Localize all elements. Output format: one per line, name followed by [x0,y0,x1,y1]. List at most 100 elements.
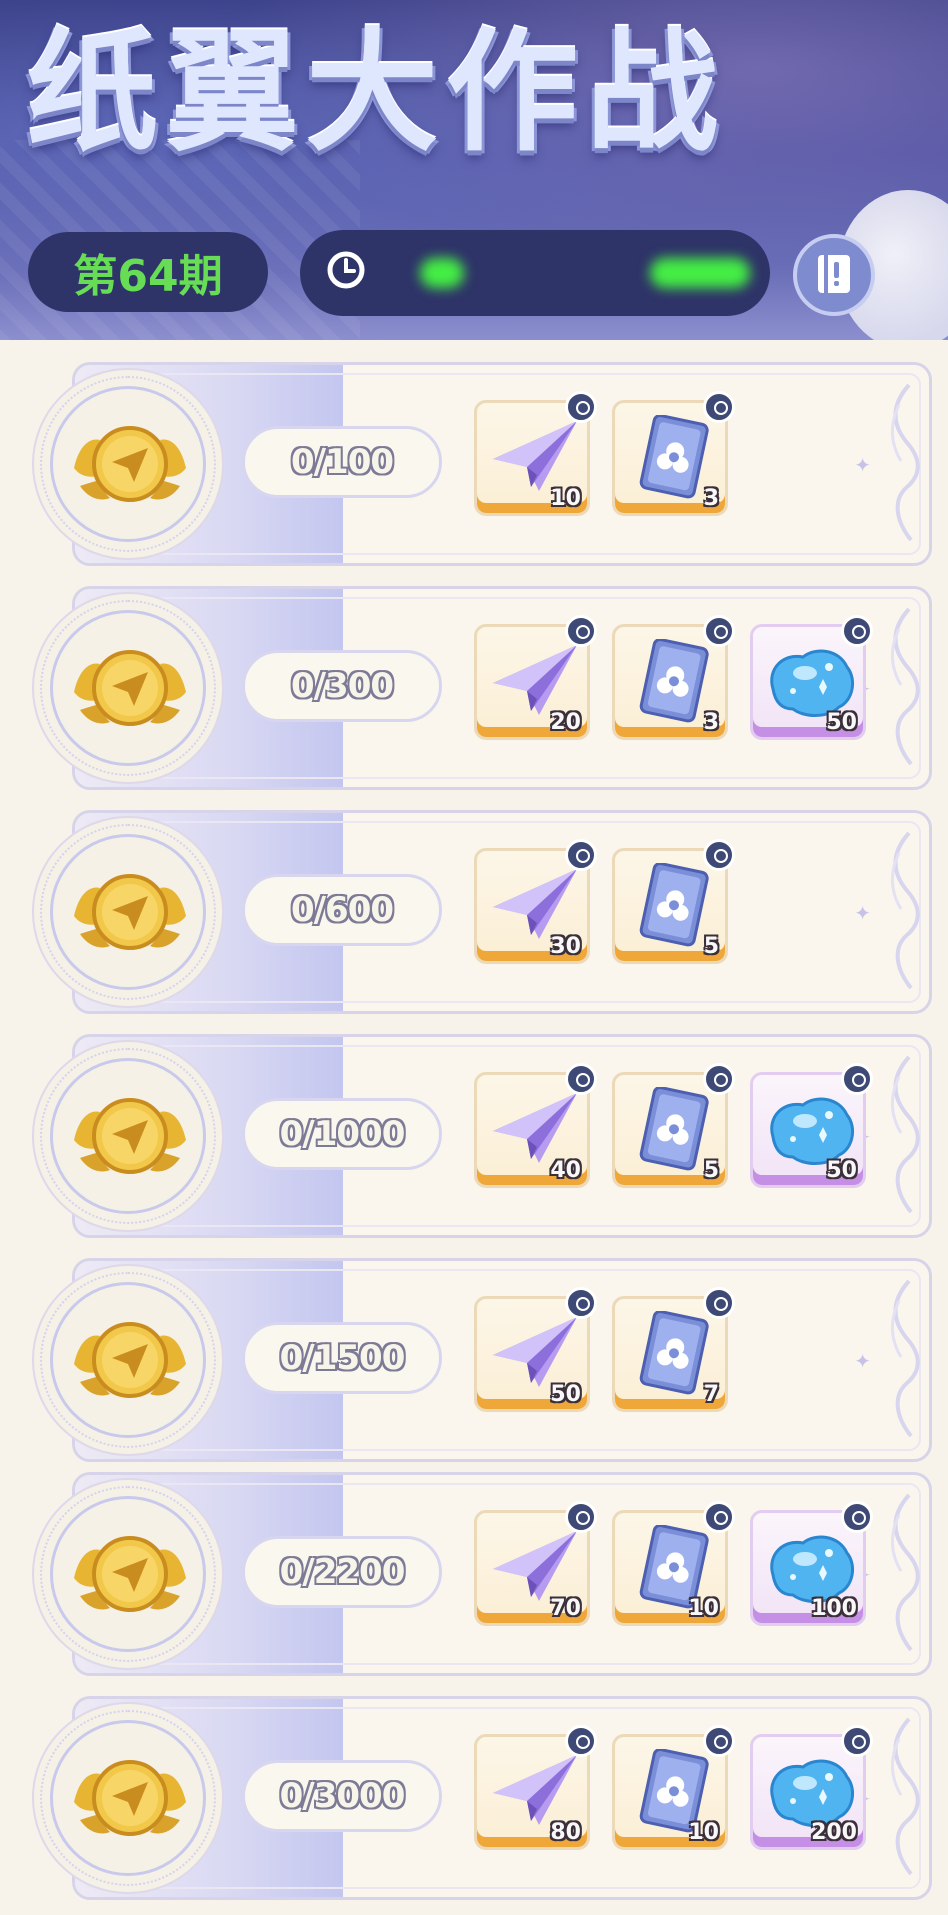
event-title: 纸翼大作战 [26,16,726,170]
reward-items: 10 3 [474,391,735,516]
reward-quantity: 10 [688,1820,719,1845]
gold-plane-medal-icon [74,1322,186,1398]
tier-medal [32,368,224,560]
reward-item-paper-plane[interactable]: 70 [474,1501,597,1626]
timer-value-redacted [420,258,464,288]
tier-progress: 0/300 [242,650,442,722]
reward-items: 30 5 [474,839,735,964]
reward-quantity: 7 [703,1382,719,1407]
lock-icon [565,391,597,423]
tier-progress: 0/2200 [242,1536,442,1608]
tier-progress-text: 0/1000 [279,1114,406,1154]
lock-icon [703,1063,735,1095]
tier-medal [32,1702,224,1894]
tier-medal [32,816,224,1008]
reward-items: 40 5 50 [474,1063,873,1188]
reward-item-slime-gem[interactable]: 100 [750,1501,873,1626]
lock-icon [703,1501,735,1533]
reward-item-card-pack[interactable]: 3 [612,391,735,516]
tier-progress: 0/1500 [242,1322,442,1394]
sparkle-icon: ✦ [854,453,871,477]
clock-icon [327,251,365,289]
tier-medal [32,1264,224,1456]
gold-plane-medal-icon [74,1098,186,1174]
issue-label: 第64期 [73,251,223,302]
tier-progress-text: 0/2200 [279,1552,406,1592]
issue-badge: 第64期 [28,232,268,312]
gold-plane-medal-icon [74,874,186,950]
reward-quantity: 200 [811,1820,857,1845]
tier-medal [32,1478,224,1670]
reward-item-paper-plane[interactable]: 30 [474,839,597,964]
reward-item-paper-plane[interactable]: 20 [474,615,597,740]
scroll-ornament-icon [891,607,920,766]
reward-quantity: 3 [703,486,719,511]
lock-icon [565,1063,597,1095]
reward-item-card-pack[interactable]: 5 [612,1063,735,1188]
lock-icon [703,839,735,871]
reward-item-card-pack[interactable]: 10 [612,1501,735,1626]
reward-quantity: 50 [550,1382,581,1407]
reward-quantity: 5 [703,934,719,959]
lock-icon [565,1501,597,1533]
reward-tier-row: ✦ 0/300 20350 [32,586,932,790]
reward-items: 50 7 [474,1287,735,1412]
tier-medal [32,1040,224,1232]
reward-item-slime-gem[interactable]: 50 [750,615,873,740]
gold-plane-medal-icon [74,1536,186,1612]
tier-progress-text: 0/600 [290,890,394,930]
lock-icon [703,1725,735,1757]
reward-item-card-pack[interactable]: 5 [612,839,735,964]
reward-item-paper-plane[interactable]: 40 [474,1063,597,1188]
lock-icon [703,391,735,423]
reward-tier-row: ✦ 0/1500 50 7 [32,1258,932,1462]
scroll-ornament-icon [891,1055,920,1214]
reward-quantity: 100 [811,1596,857,1621]
gold-plane-medal-icon [74,650,186,726]
book-icon[interactable] [793,234,875,316]
reward-item-card-pack[interactable]: 3 [612,615,735,740]
lock-icon [703,615,735,647]
reward-item-paper-plane[interactable]: 80 [474,1725,597,1850]
book-glyph [818,255,850,293]
tier-progress-text: 0/300 [290,666,394,706]
lock-icon [565,1287,597,1319]
tier-progress: 0/3000 [242,1760,442,1832]
scroll-ornament-icon [891,1279,920,1438]
reward-quantity: 80 [550,1820,581,1845]
lock-icon [841,1725,873,1757]
reward-quantity: 40 [550,1158,581,1183]
reward-tier-row: ✦ 0/1000 40550 [32,1034,932,1238]
lock-icon [841,1063,873,1095]
reward-item-slime-gem[interactable]: 200 [750,1725,873,1850]
gold-plane-medal-icon [74,1760,186,1836]
reward-item-card-pack[interactable]: 10 [612,1725,735,1850]
reward-quantity: 10 [688,1596,719,1621]
sparkle-icon: ✦ [854,1349,871,1373]
reward-tier-row: ✦ 0/100 10 3 [32,362,932,566]
reward-items: 70 10 100 [474,1501,873,1626]
tier-progress: 0/600 [242,874,442,946]
reward-quantity: 20 [550,710,581,735]
reward-item-paper-plane[interactable]: 10 [474,391,597,516]
timer-value-redacted [650,258,750,288]
reward-item-card-pack[interactable]: 7 [612,1287,735,1412]
lock-icon [703,1287,735,1319]
lock-icon [841,615,873,647]
reward-quantity: 10 [550,486,581,511]
tier-progress-text: 0/1500 [279,1338,406,1378]
reward-tier-row: ✦ 0/2200 7010100 [32,1472,932,1676]
tier-progress-text: 0/3000 [279,1776,406,1816]
reward-item-slime-gem[interactable]: 50 [750,1063,873,1188]
reward-quantity: 70 [550,1596,581,1621]
scroll-ornament-icon [891,1717,920,1876]
reward-items: 20 3 50 [474,615,873,740]
sparkle-icon: ✦ [854,901,871,925]
reward-tier-row: ✦ 0/600 30 5 [32,810,932,1014]
reward-quantity: 50 [826,710,857,735]
reward-items: 80 10 200 [474,1725,873,1850]
scroll-ornament-icon [891,383,920,542]
lock-icon [565,615,597,647]
scroll-ornament-icon [891,831,920,990]
reward-item-paper-plane[interactable]: 50 [474,1287,597,1412]
